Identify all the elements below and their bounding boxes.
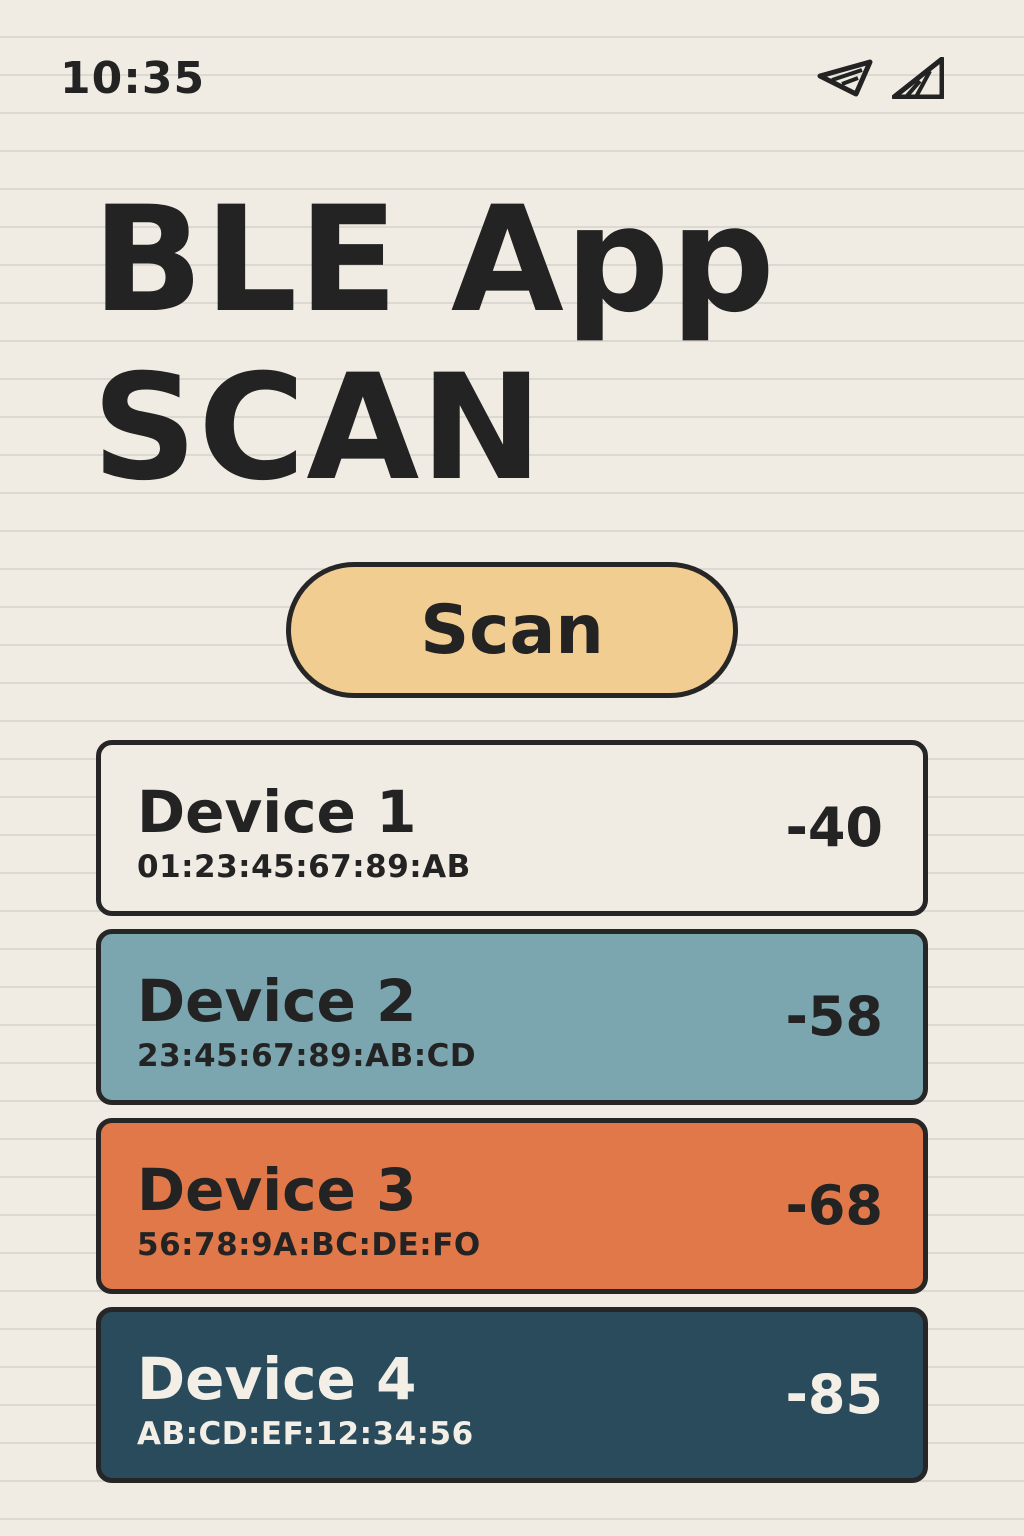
device-rssi: -40 xyxy=(785,796,883,859)
device-mac-address: AB:CD:EF:12:34:56 xyxy=(137,1416,474,1452)
device-rssi: -68 xyxy=(785,1174,883,1237)
device-name: Device 3 xyxy=(137,1156,417,1224)
device-list: Device 1 01:23:45:67:89:AB -40 Device 2 … xyxy=(96,740,928,1496)
status-time: 10:35 xyxy=(60,52,206,104)
device-name: Device 1 xyxy=(137,778,417,846)
wifi-icon xyxy=(816,58,874,98)
device-card-2[interactable]: Device 2 23:45:67:89:AB:CD -58 xyxy=(96,929,928,1105)
device-mac-address: 01:23:45:67:89:AB xyxy=(137,849,471,885)
device-rssi: -85 xyxy=(785,1363,883,1426)
device-mac-address: 23:45:67:89:AB:CD xyxy=(137,1038,477,1074)
page-title: BLE App SCAN xyxy=(92,176,776,512)
device-name: Device 2 xyxy=(137,967,417,1035)
device-card-3[interactable]: Device 3 56:78:9A:BC:DE:FO -68 xyxy=(96,1118,928,1294)
device-rssi: -58 xyxy=(785,985,883,1048)
device-mac-address: 56:78:9A:BC:DE:FO xyxy=(137,1227,481,1263)
device-card-4[interactable]: Device 4 AB:CD:EF:12:34:56 -85 xyxy=(96,1307,928,1483)
device-card-1[interactable]: Device 1 01:23:45:67:89:AB -40 xyxy=(96,740,928,916)
page-title-line1: BLE App xyxy=(92,175,776,345)
device-name: Device 4 xyxy=(137,1345,417,1413)
status-bar: 10:35 xyxy=(60,48,944,108)
scan-button[interactable]: Scan xyxy=(286,562,738,698)
cellular-signal-icon xyxy=(892,57,944,99)
status-icons xyxy=(816,57,944,99)
page-title-line2: SCAN xyxy=(92,343,544,513)
scan-button-label: Scan xyxy=(420,590,604,670)
